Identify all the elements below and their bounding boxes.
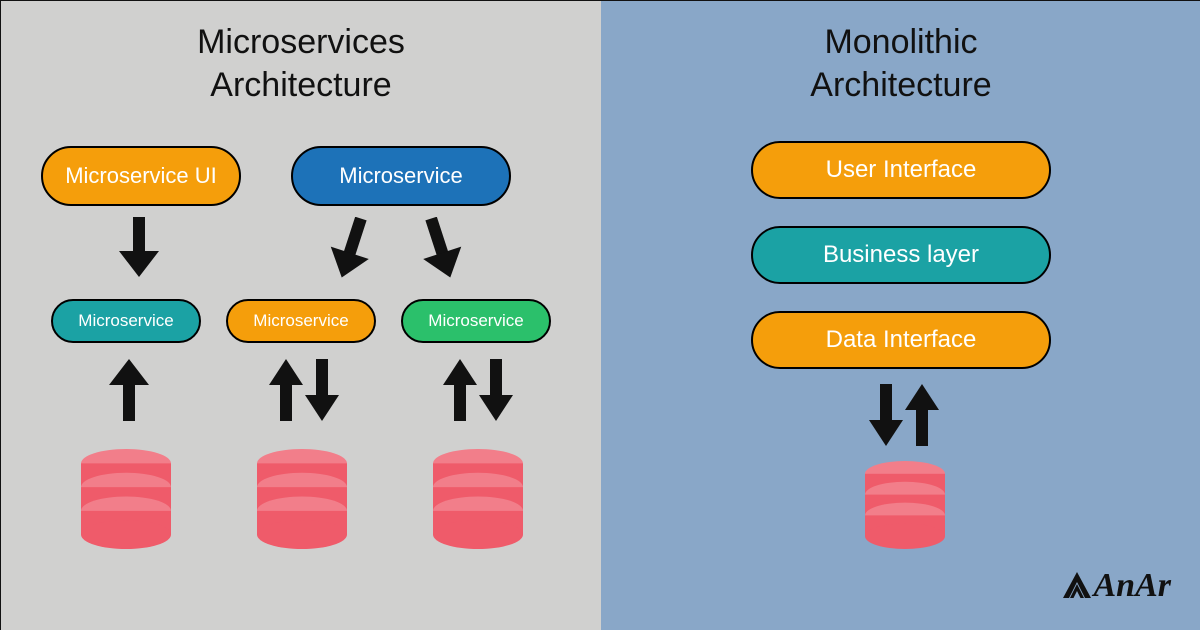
layer-user-interface-label: User Interface — [826, 156, 977, 184]
database-icon — [433, 449, 523, 549]
layer-user-interface: User Interface — [751, 141, 1051, 199]
node-microservice-orange: Microservice — [226, 299, 376, 343]
node-microservice-top-label: Microservice — [339, 163, 462, 189]
arrow-down-icon — [119, 217, 159, 277]
brand-logo: AnAr — [1060, 567, 1172, 605]
database-icon — [257, 449, 347, 549]
arrow-up-icon — [109, 359, 149, 421]
node-microservice-ui-label: Microservice UI — [65, 163, 217, 189]
layer-data-interface: Data Interface — [751, 311, 1051, 369]
layer-data-interface-label: Data Interface — [826, 326, 977, 354]
panel-monolithic: Monolithic Architecture User Interface B… — [601, 1, 1200, 630]
arrow-down-left-icon — [326, 217, 376, 282]
database-icon — [865, 461, 945, 549]
layer-business: Business layer — [751, 226, 1051, 284]
arrow-down-right-icon — [416, 217, 466, 282]
node-microservice-ui: Microservice UI — [41, 146, 241, 206]
diagram-canvas: Microservices Architecture Microservice … — [0, 0, 1200, 630]
database-icon — [81, 449, 171, 549]
node-microservice-green-label: Microservice — [428, 311, 523, 331]
layer-business-label: Business layer — [823, 241, 979, 269]
title-microservices: Microservices Architecture — [1, 21, 601, 106]
title-monolithic: Monolithic Architecture — [601, 21, 1200, 106]
title-microservices-text: Microservices Architecture — [197, 23, 405, 104]
brand-logo-text: AnAr — [1094, 567, 1172, 604]
brand-logo-mark-icon — [1060, 570, 1094, 600]
node-microservice-teal-label: Microservice — [78, 311, 173, 331]
title-monolithic-text: Monolithic Architecture — [810, 23, 991, 104]
node-microservice-top: Microservice — [291, 146, 511, 206]
arrow-bidir-icon — [269, 359, 339, 421]
arrow-bidir-icon — [869, 384, 939, 446]
node-microservice-green: Microservice — [401, 299, 551, 343]
arrow-bidir-icon — [443, 359, 513, 421]
node-microservice-orange-label: Microservice — [253, 311, 348, 331]
panel-microservices: Microservices Architecture Microservice … — [1, 1, 601, 630]
node-microservice-teal: Microservice — [51, 299, 201, 343]
